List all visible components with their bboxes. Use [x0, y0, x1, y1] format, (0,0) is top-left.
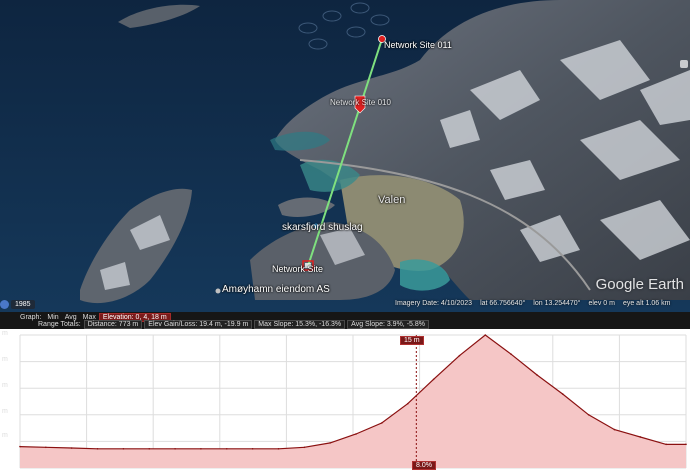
elevation-profile-panel: Graph: Min Avg Max Elevation: 0, 4, 18 m…: [0, 312, 690, 474]
elevation-point: [329, 442, 331, 444]
google-earth-logo: Google Earth: [595, 276, 684, 293]
elevation-point: [70, 447, 73, 449]
imagery-date: Imagery Date: 4/10/2023: [395, 300, 473, 307]
elevation-chart[interactable]: [0, 329, 690, 474]
elevation-point: [536, 374, 538, 376]
network-site-lower-label: Network Site: [272, 264, 324, 274]
elevation-readout: elev 0 m: [588, 300, 615, 307]
elevation-point: [45, 446, 47, 449]
map-status-bar: Imagery Date: 4/10/2023 lat 66.756640° l…: [395, 300, 670, 311]
cursor-slope-label: 8.0%: [412, 461, 436, 470]
year-label: 1985: [11, 299, 35, 309]
clock-icon: [0, 299, 9, 309]
avg-slope-stat: Avg Slope: 3.9%, -5.8%: [347, 320, 429, 329]
map-imagery: [0, 0, 690, 312]
y-axis-label-2: m: [2, 356, 8, 363]
latitude-readout: lat 66.756640°: [480, 300, 526, 307]
elevation-point: [685, 443, 687, 446]
y-axis-label-5: m: [2, 432, 8, 439]
valen-label: Valen: [378, 194, 406, 206]
elevation-point: [587, 414, 590, 416]
elevation-point: [225, 447, 228, 450]
elevation-point: [561, 393, 564, 395]
elevation-point: [458, 354, 461, 357]
skarsfjord-label: skarsfjord shuslag: [282, 222, 363, 233]
elevation-point: [96, 447, 99, 450]
range-totals-row: Range Totals: Distance: 773 m Elev Gain/…: [0, 320, 431, 329]
elevation-point: [277, 447, 280, 450]
elevation-point: [510, 353, 512, 356]
elevation-point: [406, 402, 409, 405]
elevation-point: [639, 436, 642, 438]
range-totals-label: Range Totals:: [38, 321, 81, 328]
network-site-upper-label: Network Site 010: [330, 98, 391, 107]
elevation-point: [200, 447, 202, 450]
elevation-point: [381, 422, 383, 424]
elevation-point: [613, 428, 616, 431]
elevation-point: [432, 378, 435, 381]
y-axis-label-1: m: [2, 330, 8, 337]
longitude-readout: lon 13.254470°: [533, 300, 581, 307]
satellite-map[interactable]: Network Site 011 Network Site 010 skarsf…: [0, 0, 690, 312]
elevation-point: [122, 447, 125, 450]
amoyhamn-label: Amøyhamn eiendom AS: [222, 284, 330, 295]
compass-icon[interactable]: [680, 60, 688, 68]
historical-imagery-badge[interactable]: 1985: [0, 298, 35, 310]
max-slope-stat: Max Slope: 15.3%, -16.3%: [254, 320, 346, 329]
elev-gain-loss-stat: Elev Gain/Loss: 19.4 m, -19.9 m: [144, 320, 253, 329]
cursor-elevation-label: 15 m: [400, 336, 424, 345]
eye-altitude-readout: eye alt 1.06 km: [622, 300, 671, 307]
elevation-point: [355, 433, 357, 435]
elevation-point: [251, 447, 254, 450]
elevation-point: [19, 445, 21, 448]
network-site-011-label: Network Site 011: [384, 40, 452, 50]
elevation-point: [665, 443, 667, 446]
elevation-point: [303, 446, 306, 449]
distance-stat: Distance: 773 m: [83, 320, 143, 329]
amoyhamn-marker[interactable]: [215, 288, 221, 294]
y-axis-label-4: m: [2, 408, 8, 415]
elevation-point: [174, 447, 176, 450]
elevation-point: [148, 447, 151, 450]
elevation-point: [484, 334, 487, 336]
y-axis-label-3: m: [2, 382, 8, 389]
